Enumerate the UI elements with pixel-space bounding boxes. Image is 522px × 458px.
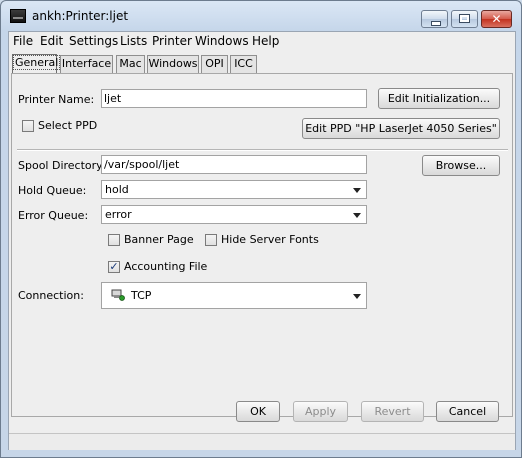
status-bar <box>9 433 515 450</box>
select-ppd-checkbox[interactable] <box>22 120 34 132</box>
close-button[interactable]: ✕ <box>481 10 512 28</box>
menu-lists[interactable]: Lists <box>120 34 147 48</box>
hold-queue-label: Hold Queue: <box>18 184 87 197</box>
error-queue-label: Error Queue: <box>18 209 89 222</box>
accounting-file-checkbox[interactable]: ✓ <box>108 261 120 273</box>
tab-label: General <box>13 55 61 70</box>
title-bar[interactable]: ankh:Printer:ljet ✕ <box>1 1 522 31</box>
spool-directory-field[interactable]: /var/spool/ljet <box>101 155 367 174</box>
close-icon: ✕ <box>491 12 502 26</box>
tab-label: OPI <box>205 57 224 70</box>
menu-edit[interactable]: Edit <box>40 34 63 48</box>
tab-icc[interactable]: ICC <box>230 55 257 73</box>
hold-queue-value: hold <box>105 183 129 196</box>
tab-label: Mac <box>119 57 142 70</box>
printer-name-label: Printer Name: <box>18 93 95 106</box>
menu-file[interactable]: File <box>13 34 33 48</box>
accounting-file-label: Accounting File <box>124 260 208 273</box>
tab-opi[interactable]: OPI <box>201 55 228 73</box>
checkmark-icon: ✓ <box>109 260 119 273</box>
tab-label: Interface <box>61 57 112 70</box>
maximize-icon <box>459 14 470 23</box>
connection-value: TCP <box>131 289 152 302</box>
network-connection-icon <box>111 285 125 301</box>
error-queue-value: error <box>105 208 132 221</box>
dropdown-arrow-icon <box>353 294 361 299</box>
tab-label: Windows <box>148 57 198 70</box>
tab-windows[interactable]: Windows <box>147 55 199 73</box>
general-panel: Printer Name: ljet Edit Initialization..… <box>11 73 513 417</box>
ok-button[interactable]: OK <box>236 401 280 422</box>
menu-windows[interactable]: Windows <box>195 34 249 48</box>
dropdown-arrow-icon <box>353 213 361 218</box>
tab-interface[interactable]: Interface <box>60 55 113 73</box>
maximize-button[interactable] <box>451 10 478 28</box>
select-ppd-label: Select PPD <box>38 119 98 132</box>
browse-button[interactable]: Browse... <box>422 155 500 176</box>
hide-server-fonts-checkbox[interactable] <box>205 234 217 246</box>
printer-name-field[interactable]: ljet <box>101 89 367 108</box>
dropdown-arrow-icon <box>353 188 361 193</box>
spool-directory-label: Spool Directory: <box>18 159 106 172</box>
menu-bar: File Edit Settings Lists Printer Windows… <box>9 32 515 51</box>
apply-button[interactable]: Apply <box>293 401 348 422</box>
menu-printer[interactable]: Printer <box>152 34 192 48</box>
minimize-button[interactable] <box>421 10 448 28</box>
connection-label: Connection: <box>18 289 84 302</box>
hide-server-fonts-label: Hide Server Fonts <box>221 233 319 246</box>
menu-settings[interactable]: Settings <box>69 34 118 48</box>
tab-label: ICC <box>234 57 253 70</box>
minimize-icon <box>431 21 441 26</box>
edit-initialization-button[interactable]: Edit Initialization... <box>378 88 500 109</box>
client-area: File Edit Settings Lists Printer Windows… <box>8 31 516 450</box>
menu-help[interactable]: Help <box>252 34 279 48</box>
window-title: ankh:Printer:ljet <box>32 9 129 23</box>
banner-page-label: Banner Page <box>124 233 194 246</box>
error-queue-select[interactable]: error <box>101 205 367 224</box>
window-frame: ankh:Printer:ljet ✕ File Edit Settings L… <box>0 0 522 458</box>
edit-ppd-button[interactable]: Edit PPD "HP LaserJet 4050 Series" <box>302 118 500 139</box>
section-divider <box>17 149 508 151</box>
banner-page-checkbox[interactable] <box>108 234 120 246</box>
tab-mac[interactable]: Mac <box>116 55 145 73</box>
revert-button[interactable]: Revert <box>361 401 424 422</box>
cancel-button[interactable]: Cancel <box>436 401 499 422</box>
hold-queue-select[interactable]: hold <box>101 180 367 199</box>
tab-general[interactable]: General <box>12 54 61 74</box>
app-icon <box>10 9 26 23</box>
connection-select[interactable]: TCP <box>101 282 367 309</box>
